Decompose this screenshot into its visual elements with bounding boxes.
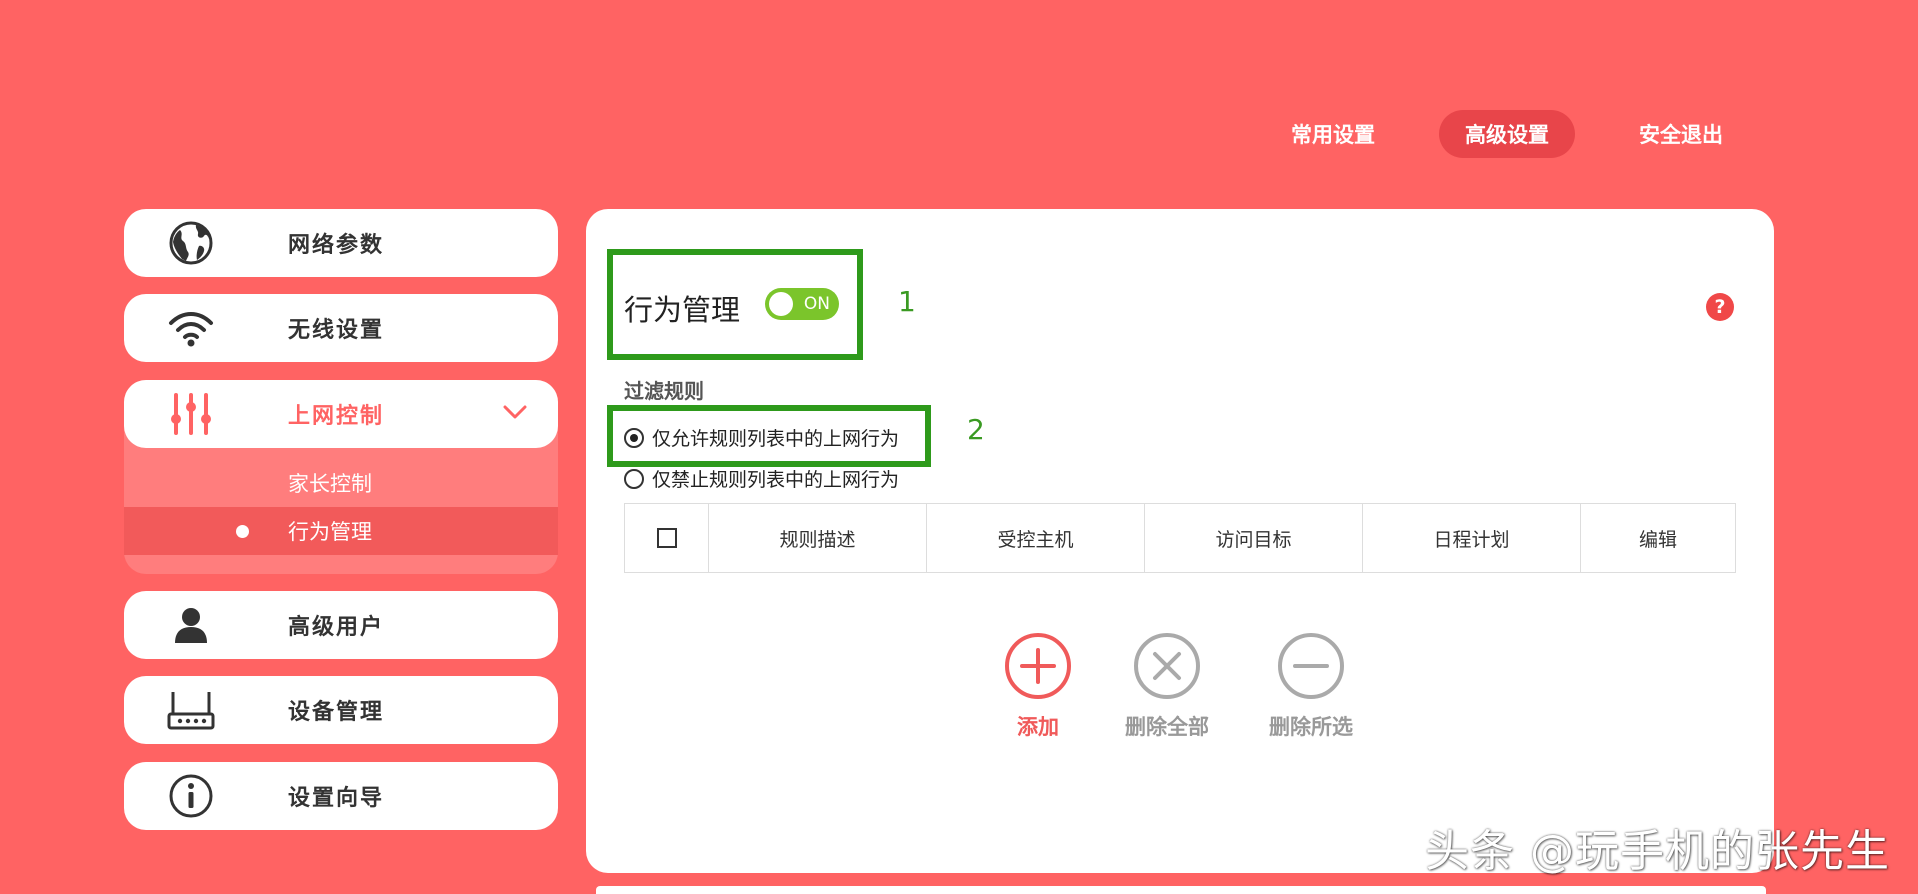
sidebar-item-label: 网络参数 [288,233,385,258]
sidebar-item-setup-wizard[interactable]: 设置向导 [124,762,558,830]
nav-logout[interactable]: 安全退出 [1613,110,1749,158]
next-panel-edge [596,886,1766,894]
sidebar-item-internet-control[interactable]: 上网控制 [124,380,558,448]
user-icon [166,600,216,650]
sidebar-item-wireless[interactable]: 无线设置 [124,294,558,362]
column-header-rule-description: 规则描述 [709,504,927,572]
rules-table-header: 规则描述 受控主机 访问目标 日程计划 编辑 [624,503,1736,573]
radio-label: 仅禁止规则列表中的上网行为 [652,469,900,491]
radio-button[interactable] [624,468,644,489]
minus-icon [1278,633,1344,699]
radio-deny-only[interactable]: 仅禁止规则列表中的上网行为 [624,465,899,492]
close-icon [1134,633,1200,699]
sidebar-subitem-parental-control[interactable]: 家长控制 [124,459,558,507]
filter-rules-title: 过滤规则 [624,379,704,403]
router-icon [166,685,216,735]
select-all-cell [625,504,709,572]
radio-button-checked[interactable] [624,427,644,448]
column-header-access-target: 访问目标 [1145,504,1363,572]
top-nav: 常用设置 高级设置 安全退出 [1265,110,1787,158]
chevron-down-icon[interactable] [502,404,528,424]
main-panel: 1 行为管理 ON ? 过滤规则 2 仅允许规则列表中的上网行为 仅禁止规则列表… [586,209,1774,873]
step-number-2: 2 [967,413,985,446]
watermark: 头条 @玩手机的张先生 [1425,826,1890,877]
toggle-label: ON [803,294,830,314]
radio-allow-only[interactable]: 仅允许规则列表中的上网行为 [624,424,899,451]
sidebar-subitem-behavior-management[interactable]: 行为管理 [124,507,558,555]
sidebar-subitem-label: 行为管理 [288,520,372,544]
sidebar-item-label: 高级用户 [288,615,385,640]
sidebar-item-label: 设置向导 [288,786,385,811]
sidebar-item-label: 上网控制 [288,404,385,429]
add-button[interactable]: 添加 [973,633,1103,741]
column-header-edit: 编辑 [1638,528,1677,551]
info-icon [166,771,216,821]
sidebar-item-advanced-user[interactable]: 高级用户 [124,591,558,659]
toggle-knob [769,292,793,316]
select-all-checkbox[interactable] [656,528,677,548]
add-label: 添加 [1017,715,1059,739]
radio-label: 仅允许规则列表中的上网行为 [652,428,900,450]
column-header-schedule: 日程计划 [1363,504,1581,572]
nav-advanced-settings[interactable]: 高级设置 [1439,110,1575,158]
step-number-1: 1 [898,285,916,318]
sliders-icon [166,389,216,439]
sidebar-item-device-management[interactable]: 设备管理 [124,676,558,744]
plus-icon [1005,633,1071,699]
sidebar-item-label: 无线设置 [288,318,385,343]
help-icon[interactable]: ? [1706,293,1734,321]
column-header-controlled-host: 受控主机 [927,504,1145,572]
delete-selected-button[interactable]: 删除所选 [1246,633,1376,741]
delete-all-button[interactable]: 删除全部 [1102,633,1232,741]
wifi-icon [166,303,216,353]
sidebar-subitem-label: 家长控制 [288,472,372,496]
page-title: 行为管理 [624,293,741,327]
globe-icon [166,218,216,268]
sidebar-item-network[interactable]: 网络参数 [124,209,558,277]
sidebar-item-label: 设备管理 [288,700,385,725]
delete-all-label: 删除全部 [1125,715,1209,739]
delete-selected-label: 删除所选 [1269,715,1353,739]
active-dot-icon [236,524,249,538]
nav-common-settings[interactable]: 常用设置 [1265,110,1401,158]
behavior-management-toggle[interactable]: ON [765,288,839,320]
